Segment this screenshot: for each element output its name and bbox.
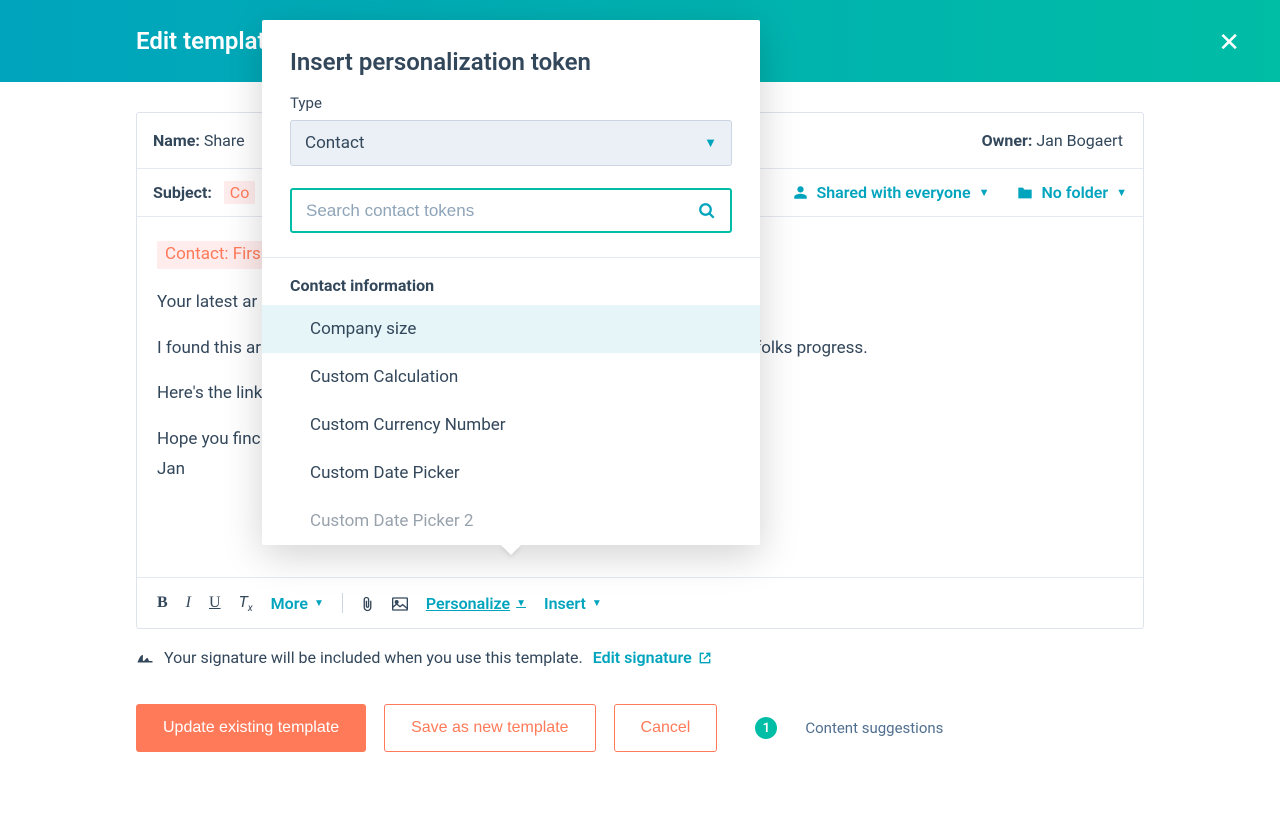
search-input[interactable] (306, 201, 698, 221)
chevron-down-icon: ▼ (1116, 186, 1127, 199)
clear-format-button[interactable]: Tx (239, 592, 253, 614)
person-icon (793, 185, 808, 200)
type-label: Type (290, 94, 732, 112)
owner-label: Owner: (982, 131, 1033, 150)
more-dropdown[interactable]: More▼ (271, 594, 324, 613)
popover-arrow (501, 545, 521, 555)
external-link-icon (698, 651, 712, 665)
chevron-down-icon: ▼ (704, 135, 717, 151)
body-token[interactable]: Contact: Firs (157, 241, 269, 269)
shared-dropdown[interactable]: Shared with everyone ▼ (793, 183, 989, 202)
signature-text: Your signature will be included when you… (164, 648, 583, 667)
token-option[interactable]: Company size (262, 305, 760, 353)
token-options: Company size Custom Calculation Custom C… (262, 305, 760, 545)
personalize-dropdown[interactable]: Personalize▼ (426, 594, 526, 613)
popover-title: Insert personalization token (290, 48, 732, 76)
signature-row: Your signature will be included when you… (136, 647, 1144, 668)
toolbar-separator (342, 593, 343, 613)
close-icon[interactable]: ✕ (1218, 28, 1240, 58)
update-template-button[interactable]: Update existing template (136, 704, 366, 752)
token-search[interactable] (290, 188, 732, 233)
search-icon (698, 200, 716, 221)
subject-token[interactable]: Co (224, 181, 256, 204)
token-option[interactable]: Custom Currency Number (262, 401, 760, 449)
folder-dropdown[interactable]: No folder ▼ (1017, 183, 1127, 202)
attachment-button[interactable] (361, 594, 374, 613)
token-option[interactable]: Custom Calculation (262, 353, 760, 401)
folder-label: No folder (1041, 183, 1108, 202)
edit-signature-link[interactable]: Edit signature (593, 648, 712, 667)
token-option[interactable]: Custom Date Picker (262, 449, 760, 497)
action-row: Update existing template Save as new tem… (136, 704, 1144, 752)
save-as-new-button[interactable]: Save as new template (384, 704, 595, 752)
folder-icon (1017, 186, 1033, 200)
cancel-button[interactable]: Cancel (614, 704, 718, 752)
insert-dropdown[interactable]: Insert▼ (544, 594, 602, 613)
name-value: Share (204, 131, 245, 150)
personalization-popover: Insert personalization token Type Contac… (262, 20, 760, 545)
image-button[interactable] (392, 594, 408, 613)
modal-title: Edit template (136, 27, 279, 55)
underline-button[interactable]: U (209, 594, 221, 612)
token-group-header: Contact information (262, 258, 760, 305)
signature-icon (136, 647, 154, 668)
name-label: Name: (153, 131, 200, 150)
image-icon (392, 597, 408, 611)
owner-value: Jan Bogaert (1036, 131, 1123, 150)
type-select[interactable]: Contact ▼ (290, 120, 732, 166)
bold-button[interactable]: B (157, 594, 168, 612)
paperclip-icon (361, 596, 374, 612)
subject-label: Subject: (153, 183, 212, 202)
suggestions-badge: 1 (755, 717, 777, 739)
editor-toolbar: B I U Tx More▼ Personalize▼ Insert▼ (137, 577, 1143, 628)
chevron-down-icon: ▼ (979, 186, 990, 199)
shared-label: Shared with everyone (816, 183, 970, 202)
italic-button[interactable]: I (186, 594, 191, 612)
token-option[interactable]: Custom Date Picker 2 (262, 497, 760, 545)
type-value: Contact (305, 133, 364, 153)
content-suggestions-link[interactable]: Content suggestions (805, 719, 943, 737)
